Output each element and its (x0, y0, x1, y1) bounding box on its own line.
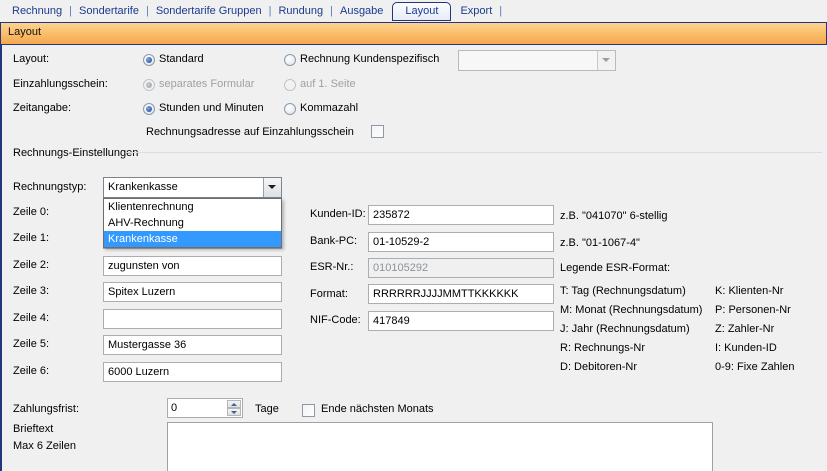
group-divider-line (126, 152, 822, 153)
stepper-up-icon[interactable] (227, 400, 241, 408)
nif-code-input[interactable] (368, 311, 554, 331)
legend-item-rechnungs-nr: R: Rechnungs-Nr (560, 342, 645, 354)
kommazahl-radio-label[interactable]: Kommazahl (300, 102, 358, 114)
tab-rechnung[interactable]: Rechnung (6, 3, 68, 19)
kundenspezifisch-layout-combobox (458, 50, 616, 71)
rechnungstyp-label: Rechnungstyp: (13, 181, 86, 193)
rechnungsadresse-checkbox[interactable] (371, 125, 384, 138)
kommazahl-radio[interactable] (284, 103, 296, 115)
kunden-id-hint: z.B. "041070" 6-stellig (560, 210, 667, 222)
legend-item-klienten-nr: K: Klienten-Nr (715, 285, 783, 297)
zeile-6-label: Zeile 6: (13, 365, 49, 377)
layout-label: Layout: (13, 53, 49, 65)
separates-formular-radio (143, 79, 155, 91)
format-label: Format: (310, 288, 348, 300)
zeitangabe-label: Zeitangabe: (13, 102, 71, 114)
tage-label: Tage (255, 403, 279, 415)
esr-nr-input (368, 258, 554, 278)
brieftext-textarea[interactable] (167, 422, 713, 471)
dropdown-option-krankenkasse[interactable]: Krankenkasse (104, 231, 281, 247)
layout-kundenspezifisch-radio-label[interactable]: Rechnung Kundenspezifisch (300, 53, 439, 65)
rechnungstyp-dropdown-list: Klientenrechnung AHV-Rechnung Krankenkas… (103, 198, 282, 248)
tab-bar: Rechnung | Sondertarife | Sondertarife G… (0, 0, 827, 22)
stepper-down-icon[interactable] (227, 408, 241, 416)
max-zeilen-label: Max 6 Zeilen (13, 440, 76, 452)
zahlungsfrist-input[interactable] (168, 399, 224, 417)
zeile-3-input[interactable] (103, 282, 282, 302)
tab-rundung[interactable]: Rundung (272, 3, 329, 19)
legend-item-personen-nr: P: Personen-Nr (715, 304, 791, 316)
zeile-4-input[interactable] (103, 309, 282, 329)
zeile-3-label: Zeile 3: (13, 285, 49, 297)
tab-separator: | (498, 5, 503, 17)
stunden-minuten-radio[interactable] (143, 103, 155, 115)
legend-item-zahler-nr: Z: Zahler-Nr (715, 323, 774, 335)
zeile-2-input[interactable] (103, 256, 282, 276)
legend-item-fixe-zahlen: 0-9: Fixe Zahlen (715, 361, 794, 373)
tab-layout[interactable]: Layout (392, 2, 451, 21)
page-left-border (0, 45, 2, 471)
layout-standard-radio[interactable] (143, 54, 155, 66)
tab-ausgabe[interactable]: Ausgabe (334, 3, 389, 19)
kunden-id-label: Kunden-ID: (310, 208, 366, 220)
auf-erste-seite-radio (284, 79, 296, 91)
zeile-2-label: Zeile 2: (13, 259, 49, 271)
dropdown-option-klientenrechnung[interactable]: Klientenrechnung (104, 199, 281, 215)
zahlungsfrist-stepper[interactable] (167, 398, 243, 418)
ende-naechsten-monats-checkbox-label[interactable]: Ende nächsten Monats (321, 403, 434, 415)
rechnungstyp-combobox[interactable]: Krankenkasse (103, 177, 282, 198)
separates-formular-radio-label: separates Formular (159, 78, 254, 90)
chevron-down-icon[interactable] (263, 178, 281, 197)
zeile-6-input[interactable] (103, 362, 282, 382)
auf-erste-seite-radio-label: auf 1. Seite (300, 78, 356, 90)
tab-sondertarife[interactable]: Sondertarife (73, 3, 145, 19)
zeile-5-label: Zeile 5: (13, 338, 49, 350)
stunden-minuten-radio-label[interactable]: Stunden und Minuten (159, 102, 264, 114)
kunden-id-input[interactable] (368, 205, 554, 225)
tab-sondertarife-gruppen[interactable]: Sondertarife Gruppen (150, 3, 268, 19)
section-header-bar: Layout (0, 22, 827, 45)
zahlungsfrist-label: Zahlungsfrist: (13, 403, 79, 415)
zeile-5-input[interactable] (103, 335, 282, 355)
brieftext-label: Brieftext (13, 423, 53, 435)
layout-kundenspezifisch-radio[interactable] (284, 54, 296, 66)
zeile-0-label: Zeile 0: (13, 206, 49, 218)
legend-title: Legende ESR-Format: (560, 262, 670, 274)
legend-item-jahr: J: Jahr (Rechnungsdatum) (560, 323, 690, 335)
ende-naechsten-monats-checkbox[interactable] (302, 404, 315, 417)
rechnungsadresse-checkbox-label[interactable]: Rechnungsadresse auf Einzahlungsschein (146, 126, 354, 138)
nif-code-label: NIF-Code: (310, 314, 361, 326)
chevron-down-icon (597, 51, 615, 70)
esr-nr-label: ESR-Nr.: (310, 261, 353, 273)
rechnungs-einstellungen-group-title: Rechnungs-Einstellungen (13, 147, 138, 159)
rechnungstyp-combobox-value: Krankenkasse (108, 181, 178, 193)
bank-pc-hint: z.B. "01-1067-4" (560, 237, 640, 249)
layout-standard-radio-label[interactable]: Standard (159, 53, 204, 65)
layout-settings-page: Rechnung | Sondertarife | Sondertarife G… (0, 0, 827, 471)
einzahlungsschein-label: Einzahlungsschein: (13, 78, 108, 90)
zeile-1-label: Zeile 1: (13, 232, 49, 244)
bank-pc-input[interactable] (368, 232, 554, 252)
format-input[interactable] (368, 284, 554, 304)
zeile-4-label: Zeile 4: (13, 312, 49, 324)
legend-item-debitoren-nr: D: Debitoren-Nr (560, 361, 637, 373)
legend-item-monat: M: Monat (Rechnungsdatum) (560, 304, 702, 316)
legend-item-tag: T: Tag (Rechnungsdatum) (560, 285, 686, 297)
dropdown-option-ahv-rechnung[interactable]: AHV-Rechnung (104, 215, 281, 231)
section-header-title: Layout (8, 26, 41, 38)
legend-item-kunden-id: I: Kunden-ID (715, 342, 777, 354)
tab-export[interactable]: Export (454, 3, 498, 19)
bank-pc-label: Bank-PC: (310, 235, 357, 247)
